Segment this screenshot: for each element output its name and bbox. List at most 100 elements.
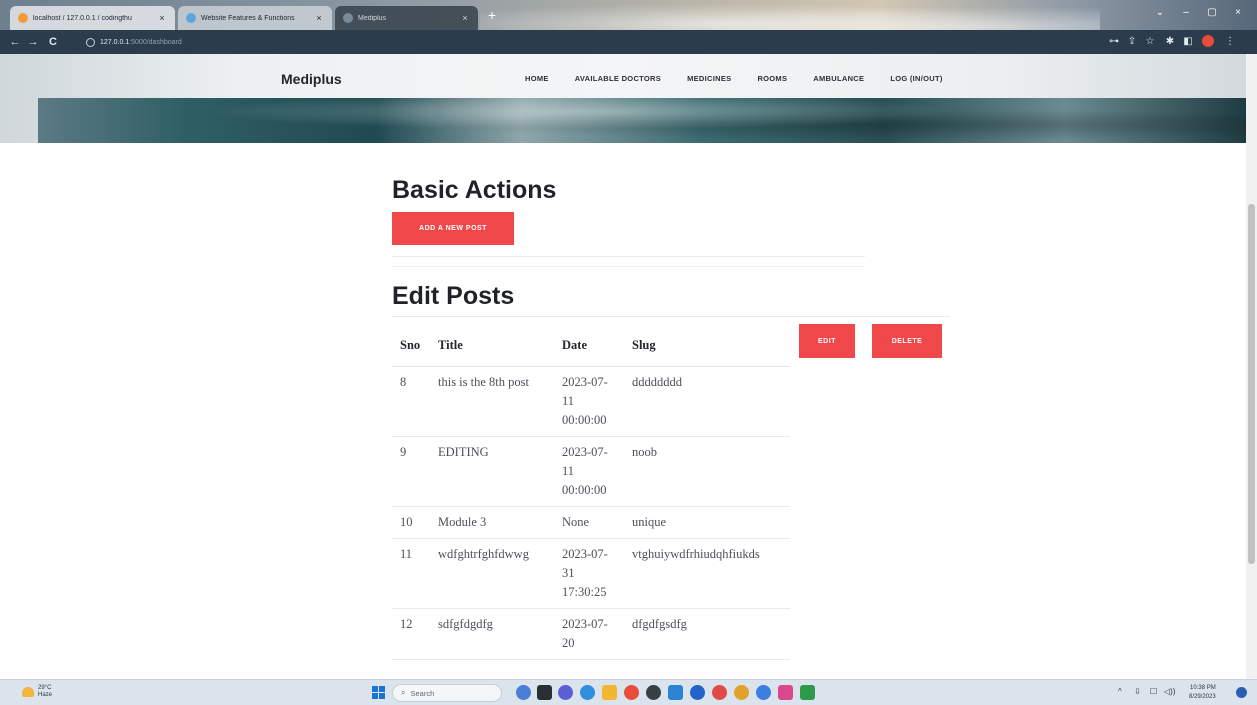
edit-button[interactable]: EDIT [799, 324, 855, 358]
cell-title: EDITING [430, 436, 554, 507]
cell-slug: dfgdfgsdfg [624, 608, 790, 660]
maximize-icon[interactable]: ▢ [1202, 4, 1222, 22]
vscode-icon[interactable] [668, 685, 683, 700]
show-hidden-icons-icon[interactable]: ^ [1118, 687, 1122, 696]
cell-slug: noob [624, 436, 790, 507]
taskbar-search[interactable]: ⌕ Search [392, 684, 502, 702]
haze-weather-icon [22, 687, 34, 697]
search-placeholder: Search [410, 688, 435, 698]
system-clock[interactable]: 10:38 PM 8/29/2023 [1189, 684, 1216, 702]
table-row: 10 Module 3 None unique [392, 506, 790, 539]
hero-image [38, 98, 1246, 143]
weather-description: Haze [38, 692, 53, 698]
tab-search-icon[interactable]: ⌄ [1150, 4, 1170, 22]
divider [392, 256, 865, 257]
tab-close-icon[interactable]: × [460, 13, 470, 23]
tab-close-icon[interactable]: × [314, 13, 324, 23]
cell-title: sdfgfdgdfg [430, 608, 554, 660]
tab-title: Website Features & Functions [201, 14, 295, 22]
download-icon[interactable]: ⇩ [1134, 687, 1141, 696]
forward-icon[interactable]: → [24, 33, 42, 51]
reload-icon[interactable]: C [44, 33, 62, 51]
nav-medicines[interactable]: MEDICINES [687, 74, 731, 83]
column-header-title: Title [430, 326, 554, 367]
url-field[interactable]: 127.0.0.1:5000/dashboard [86, 34, 1096, 50]
delete-button[interactable]: DELETE [872, 324, 942, 358]
browser-tab-website-features[interactable]: Website Features & Functions × [178, 6, 332, 30]
weather-temperature: 29°C [38, 685, 52, 691]
cell-date: 2023-07-31 17:30:25 [554, 538, 624, 609]
address-bar: ← → C 127.0.0.1:5000/dashboard ⊶ ⇪ ☆ ✱ ◧… [0, 30, 1257, 54]
chrome-profile-icon[interactable] [756, 685, 771, 700]
chat-icon[interactable] [558, 685, 573, 700]
app-icon[interactable] [778, 685, 793, 700]
close-window-icon[interactable]: × [1228, 4, 1248, 22]
url-host: 127.0.0.1 [100, 38, 130, 46]
nav-login-logout[interactable]: LOG (IN/OUT) [890, 74, 942, 83]
table-row: 12 sdfgfdgdfg 2023-07-20 dfgdfgsdfg [392, 608, 790, 660]
browser-tab-phpmyadmin[interactable]: localhost / 127.0.0.1 / codingthu × [10, 6, 175, 30]
task-view-icon[interactable] [537, 685, 552, 700]
cell-sno: 12 [392, 608, 430, 660]
chrome-profile-icon[interactable] [712, 685, 727, 700]
posts-table: Sno Title Date Slug 8 this is the 8th po… [392, 326, 790, 660]
site-logo[interactable]: Mediplus [281, 71, 342, 87]
page-scrollbar[interactable] [1246, 54, 1257, 679]
new-tab-icon[interactable]: + [484, 6, 500, 24]
phpmyadmin-favicon-icon [18, 13, 28, 23]
cell-slug: unique [624, 506, 790, 539]
nav-rooms[interactable]: ROOMS [757, 74, 787, 83]
chrome-profile-icon[interactable] [734, 685, 749, 700]
app-icon[interactable] [800, 685, 815, 700]
display-icon[interactable]: ☐ [1150, 687, 1157, 696]
cell-title: this is the 8th post [430, 366, 554, 437]
app-icon[interactable] [690, 685, 705, 700]
windows-start-icon[interactable] [372, 686, 385, 699]
back-icon[interactable]: ← [6, 33, 24, 51]
mediplus-favicon-icon [343, 13, 353, 23]
tab-strip-background [480, 0, 1100, 30]
site-info-icon[interactable] [86, 37, 95, 47]
tab-title: localhost / 127.0.0.1 / codingthu [33, 14, 132, 22]
sidepanel-icon[interactable]: ◧ [1180, 34, 1196, 50]
column-header-slug: Slug [624, 326, 790, 367]
nav-available-doctors[interactable]: AVAILABLE DOCTORS [575, 74, 661, 83]
cell-slug: vtghuiywdfrhiudqhfiukds [624, 538, 790, 609]
browser-tab-mediplus[interactable]: Mediplus × [335, 6, 478, 30]
divider [392, 266, 865, 267]
cell-sno: 10 [392, 506, 430, 539]
key-icon[interactable]: ⊶ [1106, 34, 1122, 50]
scrollbar-thumb[interactable] [1248, 204, 1255, 564]
notification-icon[interactable] [1236, 687, 1247, 698]
file-explorer-icon[interactable] [602, 685, 617, 700]
nav-home[interactable]: HOME [525, 74, 549, 83]
volume-icon[interactable]: ◁)) [1164, 687, 1175, 696]
tab-close-icon[interactable]: × [157, 13, 167, 23]
nav-ambulance[interactable]: AMBULANCE [813, 74, 864, 83]
weather-widget[interactable]: 29°C Haze [22, 685, 52, 699]
windows-taskbar: 29°C Haze ⌕ Search ^ ⇩ ☐ ◁)) 10:38 PM 8/… [0, 679, 1257, 705]
github-icon[interactable] [646, 685, 661, 700]
browser-tab-strip: localhost / 127.0.0.1 / codingthu × Webs… [0, 0, 1257, 30]
web-page: Mediplus HOME AVAILABLE DOCTORS MEDICINE… [0, 54, 1257, 679]
menu-icon[interactable]: ⋮ [1222, 34, 1238, 50]
globe-favicon-icon [186, 13, 196, 23]
chrome-icon[interactable] [624, 685, 639, 700]
cell-date: 2023-07-11 00:00:00 [554, 366, 624, 437]
clock-time: 10:38 PM [1190, 685, 1216, 691]
share-icon[interactable]: ⇪ [1124, 34, 1140, 50]
cell-date: 2023-07-11 00:00:00 [554, 436, 624, 507]
edge-icon[interactable] [580, 685, 595, 700]
cell-title: wdfghtrfghfdwwg [430, 538, 554, 609]
profile-icon[interactable] [1200, 34, 1216, 50]
add-new-post-button[interactable]: ADD A NEW POST [392, 212, 514, 245]
minimize-icon[interactable]: – [1176, 4, 1196, 22]
cell-title: Module 3 [430, 506, 554, 539]
table-row: 9 EDITING 2023-07-11 00:00:00 noob [392, 436, 790, 507]
star-icon[interactable]: ☆ [1142, 34, 1158, 50]
extensions-icon[interactable]: ✱ [1162, 34, 1178, 50]
main-nav: HOME AVAILABLE DOCTORS MEDICINES ROOMS A… [525, 74, 969, 83]
table-header-row: Sno Title Date Slug [392, 326, 790, 367]
app-icon[interactable] [516, 685, 531, 700]
basic-actions-heading: Basic Actions [392, 176, 557, 204]
